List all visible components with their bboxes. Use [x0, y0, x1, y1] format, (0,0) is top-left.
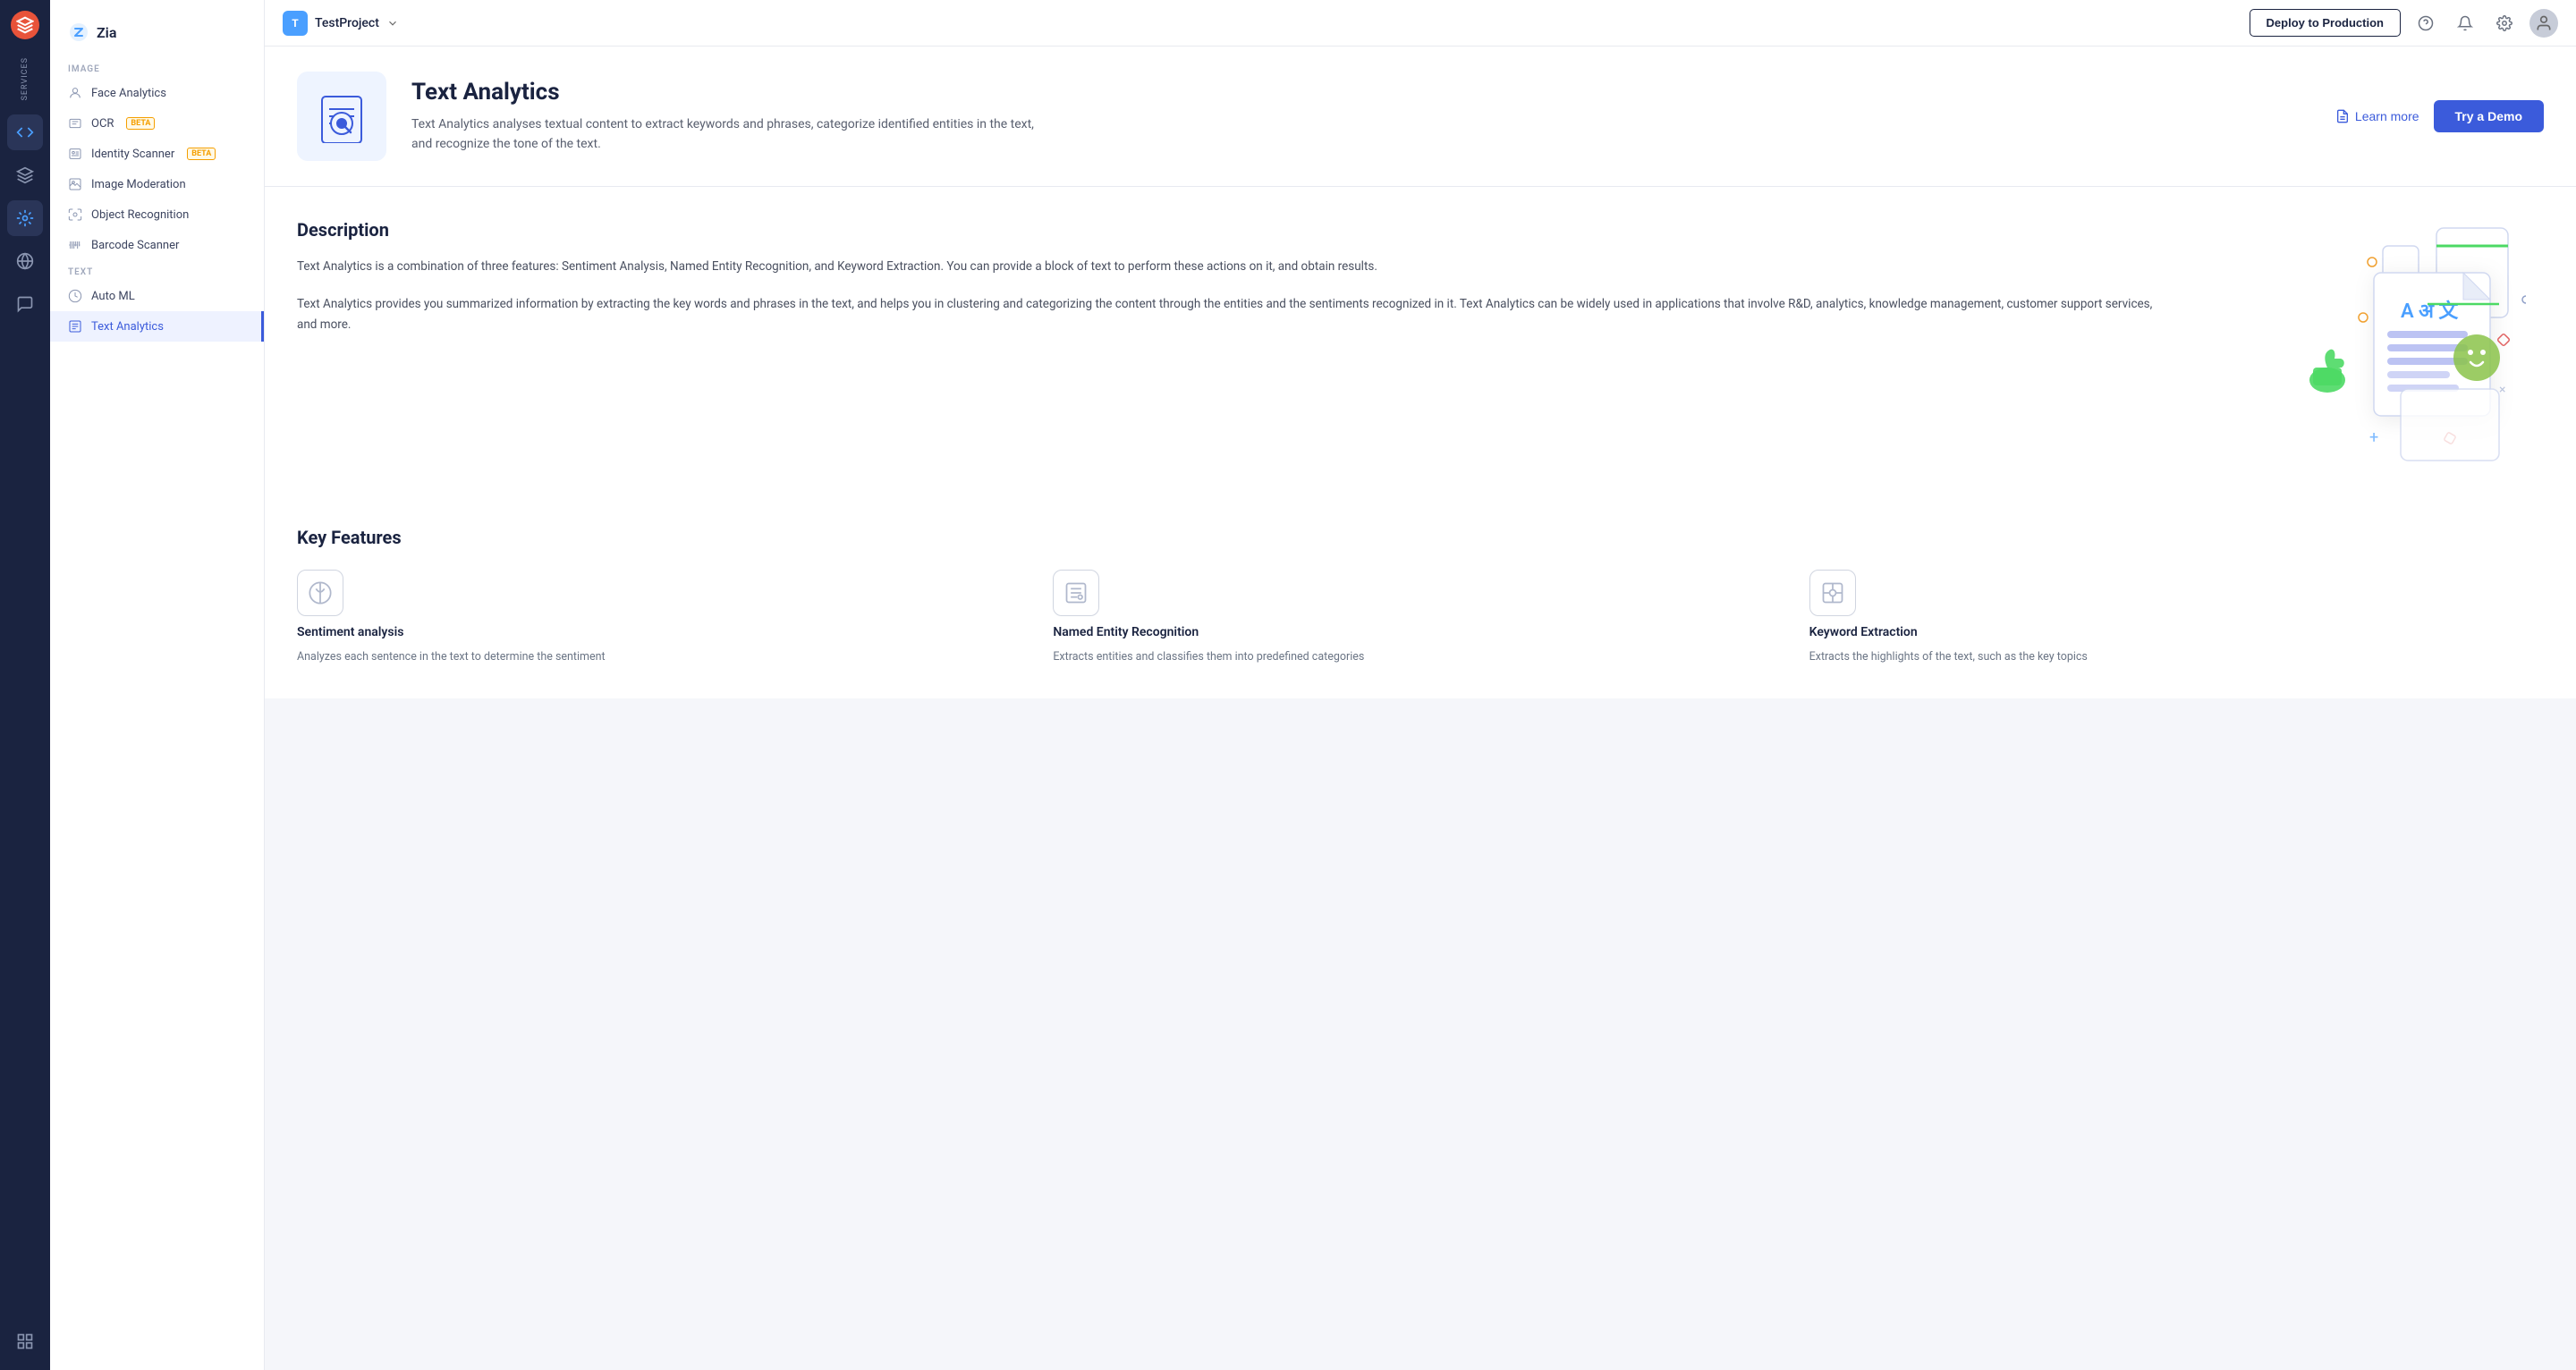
- hero-card: Text Analytics Text Analytics analyses t…: [265, 47, 2576, 187]
- rail-icon-layers[interactable]: [7, 157, 43, 193]
- svg-text:+: +: [2369, 428, 2378, 447]
- services-label: Services: [21, 57, 30, 100]
- object-recognition-label: Object Recognition: [91, 208, 189, 222]
- rail-icon-chat[interactable]: [7, 286, 43, 322]
- ocr-icon: [68, 116, 82, 131]
- object-recognition-icon: [68, 207, 82, 222]
- ner-desc: Extracts entities and classifies them in…: [1053, 648, 1364, 666]
- description-body: Description Text Analytics is a combinat…: [265, 187, 2576, 520]
- description-para1: Text Analytics is a combination of three…: [297, 257, 2168, 278]
- description-section: Description Text Analytics is a combinat…: [297, 219, 2204, 487]
- text-section-label: TEXT: [50, 260, 264, 281]
- ner-name: Named Entity Recognition: [1053, 625, 1199, 639]
- description-para2: Text Analytics provides you summarized i…: [297, 294, 2168, 336]
- image-moderation-icon: [68, 177, 82, 191]
- document-icon: [2335, 109, 2350, 123]
- help-icon-btn[interactable]: [2411, 9, 2440, 38]
- zia-label: Zia: [97, 24, 116, 41]
- settings-icon-btn[interactable]: [2490, 9, 2519, 38]
- ner-icon-box: [1053, 570, 1099, 616]
- help-icon: [2418, 15, 2434, 31]
- keyword-extraction-desc: Extracts the highlights of the text, suc…: [1809, 648, 2088, 666]
- rail-icon-globe[interactable]: [7, 243, 43, 279]
- project-selector[interactable]: T TestProject: [283, 11, 399, 36]
- sentiment-icon: [308, 580, 333, 605]
- feature-keyword-extraction: Keyword Extraction Extracts the highligh…: [1809, 570, 2544, 666]
- project-initial: T: [292, 17, 298, 30]
- deploy-button[interactable]: Deploy to Production: [2250, 9, 2401, 37]
- keyword-extraction-name: Keyword Extraction: [1809, 625, 1918, 639]
- sentiment-analysis-icon-box: [297, 570, 343, 616]
- notification-icon-btn[interactable]: [2451, 9, 2479, 38]
- gear-icon: [2496, 15, 2512, 31]
- rail-icon-brain[interactable]: [7, 200, 43, 236]
- bell-icon: [2457, 15, 2473, 31]
- zia-logo-icon: [68, 21, 89, 43]
- ocr-label: OCR: [91, 117, 114, 131]
- ner-icon: [1063, 580, 1089, 605]
- illustration-section: A अ 文: [2204, 219, 2544, 487]
- sidebar: Zia IMAGE Face Analytics OCR BETA Identi…: [50, 0, 265, 1370]
- identity-scanner-icon: [68, 147, 82, 161]
- app-logo: [11, 11, 39, 39]
- keyword-extraction-icon-box: [1809, 570, 1856, 616]
- sidebar-item-identity-scanner[interactable]: Identity Scanner BETA: [50, 139, 264, 169]
- sidebar-item-text-analytics[interactable]: Text Analytics: [50, 311, 264, 342]
- project-avatar: T: [283, 11, 308, 36]
- feature-ner: Named Entity Recognition Extracts entiti…: [1053, 570, 1787, 666]
- auto-ml-icon: [68, 289, 82, 303]
- text-analytics-hero-icon: [315, 89, 369, 143]
- topbar: T TestProject Deploy to Production: [265, 0, 2576, 47]
- try-demo-button[interactable]: Try a Demo: [2434, 100, 2544, 132]
- ocr-beta-badge: BETA: [126, 117, 155, 130]
- features-grid: Sentiment analysis Analyzes each sentenc…: [297, 570, 2544, 666]
- learn-more-button[interactable]: Learn more: [2335, 109, 2419, 123]
- sentiment-analysis-name: Sentiment analysis: [297, 625, 403, 639]
- sidebar-item-ocr[interactable]: OCR BETA: [50, 108, 264, 139]
- description-title: Description: [297, 219, 2168, 241]
- feature-sentiment-analysis: Sentiment analysis Analyzes each sentenc…: [297, 570, 1031, 666]
- main-area: T TestProject Deploy to Production: [265, 0, 2576, 1370]
- svg-text:×: ×: [2499, 383, 2505, 397]
- hero-text: Text Analytics Text Analytics analyses t…: [411, 79, 2310, 155]
- rail-icon-code[interactable]: [7, 114, 43, 150]
- icon-rail: Services: [0, 0, 50, 1370]
- hero-description: Text Analytics analyses textual content …: [411, 114, 1038, 155]
- user-avatar[interactable]: [2529, 9, 2558, 38]
- project-name: TestProject: [315, 16, 379, 30]
- text-analytics-illustration: A अ 文: [2222, 219, 2526, 487]
- text-analytics-icon: [68, 319, 82, 334]
- zia-brand: Zia: [50, 14, 264, 57]
- sidebar-item-object-recognition[interactable]: Object Recognition: [50, 199, 264, 230]
- sentiment-analysis-desc: Analyzes each sentence in the text to de…: [297, 648, 606, 666]
- face-analytics-icon: [68, 86, 82, 100]
- user-icon: [2535, 14, 2553, 32]
- image-moderation-label: Image Moderation: [91, 178, 186, 191]
- text-analytics-label: Text Analytics: [91, 320, 164, 334]
- keyword-icon: [1820, 580, 1845, 605]
- sidebar-item-image-moderation[interactable]: Image Moderation: [50, 169, 264, 199]
- identity-scanner-label: Identity Scanner: [91, 148, 174, 161]
- sidebar-item-face-analytics[interactable]: Face Analytics: [50, 78, 264, 108]
- chevron-down-icon: [386, 17, 399, 30]
- rail-icon-grid[interactable]: [7, 1323, 43, 1359]
- key-features-section: Key Features Sentiment analysis Analyzes…: [265, 520, 2576, 698]
- content-area: Text Analytics Text Analytics analyses t…: [265, 47, 2576, 1370]
- hero-title: Text Analytics: [411, 79, 2310, 106]
- auto-ml-label: Auto ML: [91, 290, 135, 303]
- learn-more-label: Learn more: [2355, 109, 2419, 123]
- barcode-scanner-icon: [68, 238, 82, 252]
- barcode-scanner-label: Barcode Scanner: [91, 239, 179, 252]
- identity-scanner-beta-badge: BETA: [187, 148, 216, 160]
- face-analytics-label: Face Analytics: [91, 87, 166, 100]
- image-section-label: IMAGE: [50, 57, 264, 78]
- key-features-title: Key Features: [297, 520, 2544, 548]
- hero-icon-box: [297, 72, 386, 161]
- hero-actions: Learn more Try a Demo: [2335, 100, 2544, 132]
- sidebar-item-barcode-scanner[interactable]: Barcode Scanner: [50, 230, 264, 260]
- sidebar-item-auto-ml[interactable]: Auto ML: [50, 281, 264, 311]
